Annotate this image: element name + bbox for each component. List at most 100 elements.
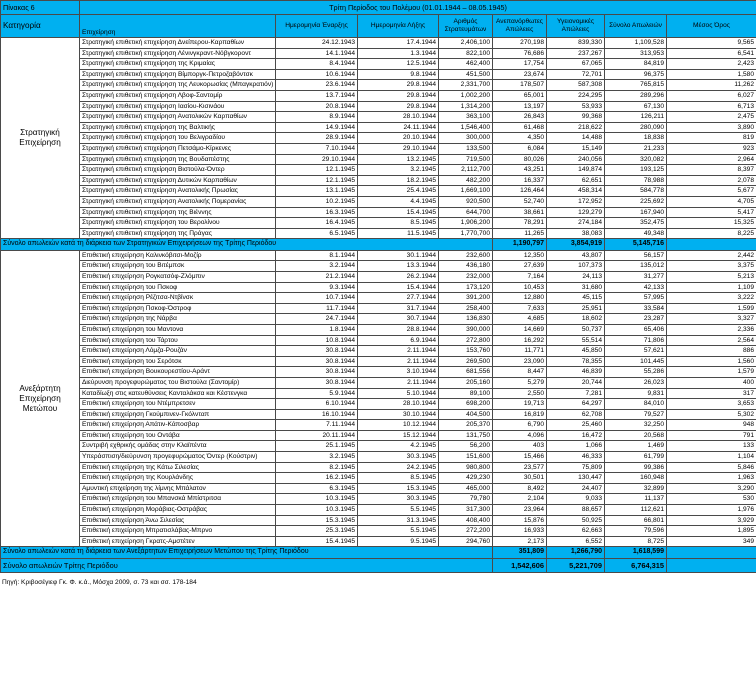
total-cell: 66,801 — [604, 514, 667, 527]
total-cell: 79,596 — [604, 525, 667, 537]
daily-avg-cell: 1,976 — [666, 504, 756, 516]
start-date-cell: 6.5.1945 — [275, 227, 358, 240]
troops-cell: 232,600 — [438, 249, 493, 262]
total-cell: 225,692 — [604, 195, 667, 208]
casualties-table-container: Πίνακας 6 Τρίτη Περίοδος του Πολέμου (01… — [0, 0, 756, 586]
irrecoverable-cell: 76,686 — [492, 47, 547, 60]
total-cell: 32,899 — [604, 482, 667, 495]
start-date-cell: 30.8.1944 — [275, 345, 358, 357]
medical-cell: 78,355 — [546, 355, 605, 368]
medical-cell: 224,295 — [546, 89, 605, 102]
daily-avg-cell: 819 — [666, 132, 756, 144]
table-row: Επιθετική επιχείρηση του Μπανσκά Μπίστρι… — [1, 493, 756, 506]
table-row: Στρατηγική επιθετική επιχείρηση της Πράγ… — [1, 227, 756, 240]
daily-avg-cell: 3,375 — [666, 260, 756, 272]
daily-avg-cell: 1,560 — [666, 355, 756, 368]
medical-cell: 7,281 — [546, 387, 605, 400]
table-label: Πίνακας 6 — [0, 0, 80, 15]
start-date-cell: 11.7.1944 — [275, 302, 358, 315]
end-date-cell: 5.5.1945 — [357, 504, 439, 516]
operation-name-cell: Επιθετική επιχείρηση Βουκουρεστίου-Αράντ — [79, 366, 276, 378]
total-cell: 18,838 — [604, 132, 667, 144]
irrecoverable-cell: 8,447 — [492, 366, 547, 378]
table-row: Επιθετική επιχείρηση Απάτιν-Κάποσβαρ 7.11… — [1, 419, 756, 431]
irrecoverable-cell: 270,198 — [492, 37, 547, 49]
irrecoverable-cell: 23,964 — [492, 504, 547, 516]
total-cell: 78,988 — [604, 174, 667, 187]
grand-total-label: Σύνολο απωλειών Τρίτης Περιόδου — [0, 557, 493, 573]
troops-cell: 300,000 — [438, 132, 493, 144]
table-row: Επιθετική επιχείρηση του Ντέμπρετσεν 6.10… — [1, 398, 756, 410]
total-cell: 99,386 — [604, 461, 667, 474]
irrecoverable-cell: 4,350 — [492, 132, 547, 144]
operation-name-cell: Επιθετική επιχείρηση του Σερότσκ — [79, 355, 276, 368]
daily-avg-cell: 6,713 — [666, 100, 756, 113]
troops-cell: 151,600 — [438, 451, 493, 463]
daily-avg-cell: 2,964 — [666, 153, 756, 166]
daily-avg-cell: 3,890 — [666, 121, 756, 134]
table-row: Αμυντική επιχείρηση της λίμνης Μπάλατον 6… — [1, 482, 756, 495]
start-date-cell: 3.2.1945 — [275, 451, 358, 463]
start-date-cell: 10.7.1944 — [275, 292, 358, 304]
col-header-daily-avg: Μέσος Όρος — [666, 14, 756, 38]
source-note: Πηγή: Κριβοσέγιεφ Γκ. Φ. κ.ά., Μόσχα 200… — [2, 578, 197, 586]
end-date-cell: 30.10.1944 — [357, 408, 439, 421]
troops-cell: 133,500 — [438, 142, 493, 155]
daily-avg-cell: 1,104 — [666, 451, 756, 463]
daily-avg-cell: 11,262 — [666, 79, 756, 91]
irrecoverable-cell: 4,096 — [492, 429, 547, 442]
medical-cell: 25,460 — [546, 419, 605, 431]
operation-name-cell: Επιθετική επιχείρηση Μπρατισλάβας-Μπρνο — [79, 525, 276, 537]
table-row: Επιθετική επιχείρηση της Κάτω Σιλεσίας 8.… — [1, 461, 756, 474]
start-date-cell: 10.3.1945 — [275, 493, 358, 506]
operation-name-cell: Επιθετική επιχείρηση Απάτιν-Κάποσβαρ — [79, 419, 276, 431]
daily-avg-cell: 886 — [666, 345, 756, 357]
total-cell: 71,806 — [604, 334, 667, 347]
total-cell: 313,953 — [604, 47, 667, 60]
total-cell: 56,157 — [604, 249, 667, 262]
daily-avg-cell: 3,290 — [666, 482, 756, 495]
start-date-cell: 8.4.1944 — [275, 58, 358, 70]
end-date-cell: 30.3.1945 — [357, 451, 439, 463]
troops-cell: 462,400 — [438, 58, 493, 70]
end-date-cell: 10.12.1944 — [357, 419, 439, 431]
operation-name-cell: Διεύρυνση προγεφυρώματος του Βιστούλα (Σ… — [79, 376, 276, 389]
daily-avg-cell: 9,565 — [666, 37, 756, 49]
daily-avg-cell: 2,564 — [666, 334, 756, 347]
end-date-cell: 13.3.1944 — [357, 260, 439, 272]
end-date-cell: 30.3.1945 — [357, 493, 439, 506]
start-date-cell: 13.1.1945 — [275, 185, 358, 197]
medical-cell: 55,514 — [546, 334, 605, 347]
total-cell: 57,995 — [604, 292, 667, 304]
table-row: Στρατηγική επιθετική επιχείρηση της Λευκ… — [1, 79, 756, 91]
daily-avg-cell: 6,541 — [666, 47, 756, 60]
irrecoverable-cell: 16,819 — [492, 408, 547, 421]
start-date-cell: 3.2.1944 — [275, 260, 358, 272]
operation-name-cell: Στρατηγική επιθετική επιχείρηση Λένινγκρ… — [79, 47, 276, 60]
start-date-cell: 30.8.1944 — [275, 376, 358, 389]
operation-name-cell: Επιθετική επιχείρηση Γκρατς-Αμστέτεν — [79, 535, 276, 548]
medical-cell: 38,083 — [546, 227, 605, 240]
operation-name-cell: Στρατηγική επιθετική επιχείρηση Βίμποργκ… — [79, 68, 276, 81]
table-row: Επιθετική επιχείρηση Βουκουρεστίου-Αράντ… — [1, 366, 756, 378]
col-header-end: Ημερομηνία Λήξης — [357, 14, 439, 38]
start-date-cell: 25.3.1945 — [275, 525, 358, 537]
medical-cell: 43,807 — [546, 249, 605, 262]
irrecoverable-cell: 23,577 — [492, 461, 547, 474]
medical-cell: 129,279 — [546, 206, 605, 219]
table-row: Στρατηγική επιθετική επιχείρηση Ιασίου-Κ… — [1, 100, 756, 113]
irrecoverable-cell: 8,492 — [492, 482, 547, 495]
irrecoverable-cell: 11,265 — [492, 227, 547, 240]
irrecoverable-cell: 4,685 — [492, 313, 547, 325]
medical-cell: 458,314 — [546, 185, 605, 197]
operation-name-cell: Επιθετική επιχείρηση Άνω Σιλεσίας — [79, 514, 276, 527]
medical-cell: 587,308 — [546, 79, 605, 91]
irrecoverable-cell: 43,251 — [492, 164, 547, 176]
subtotal-label: Σύνολο απωλειών κατά τη διάρκεια των Ανε… — [0, 546, 493, 559]
total-cell: 23,287 — [604, 313, 667, 325]
end-date-cell: 25.4.1945 — [357, 185, 439, 197]
medical-cell: 274,184 — [546, 217, 605, 229]
col-header-operation: Επιχείρηση — [79, 14, 276, 38]
operation-name-cell: Επιθετική επιχείρηση του Οντάβα — [79, 429, 276, 442]
troops-cell: 173,120 — [438, 281, 493, 294]
